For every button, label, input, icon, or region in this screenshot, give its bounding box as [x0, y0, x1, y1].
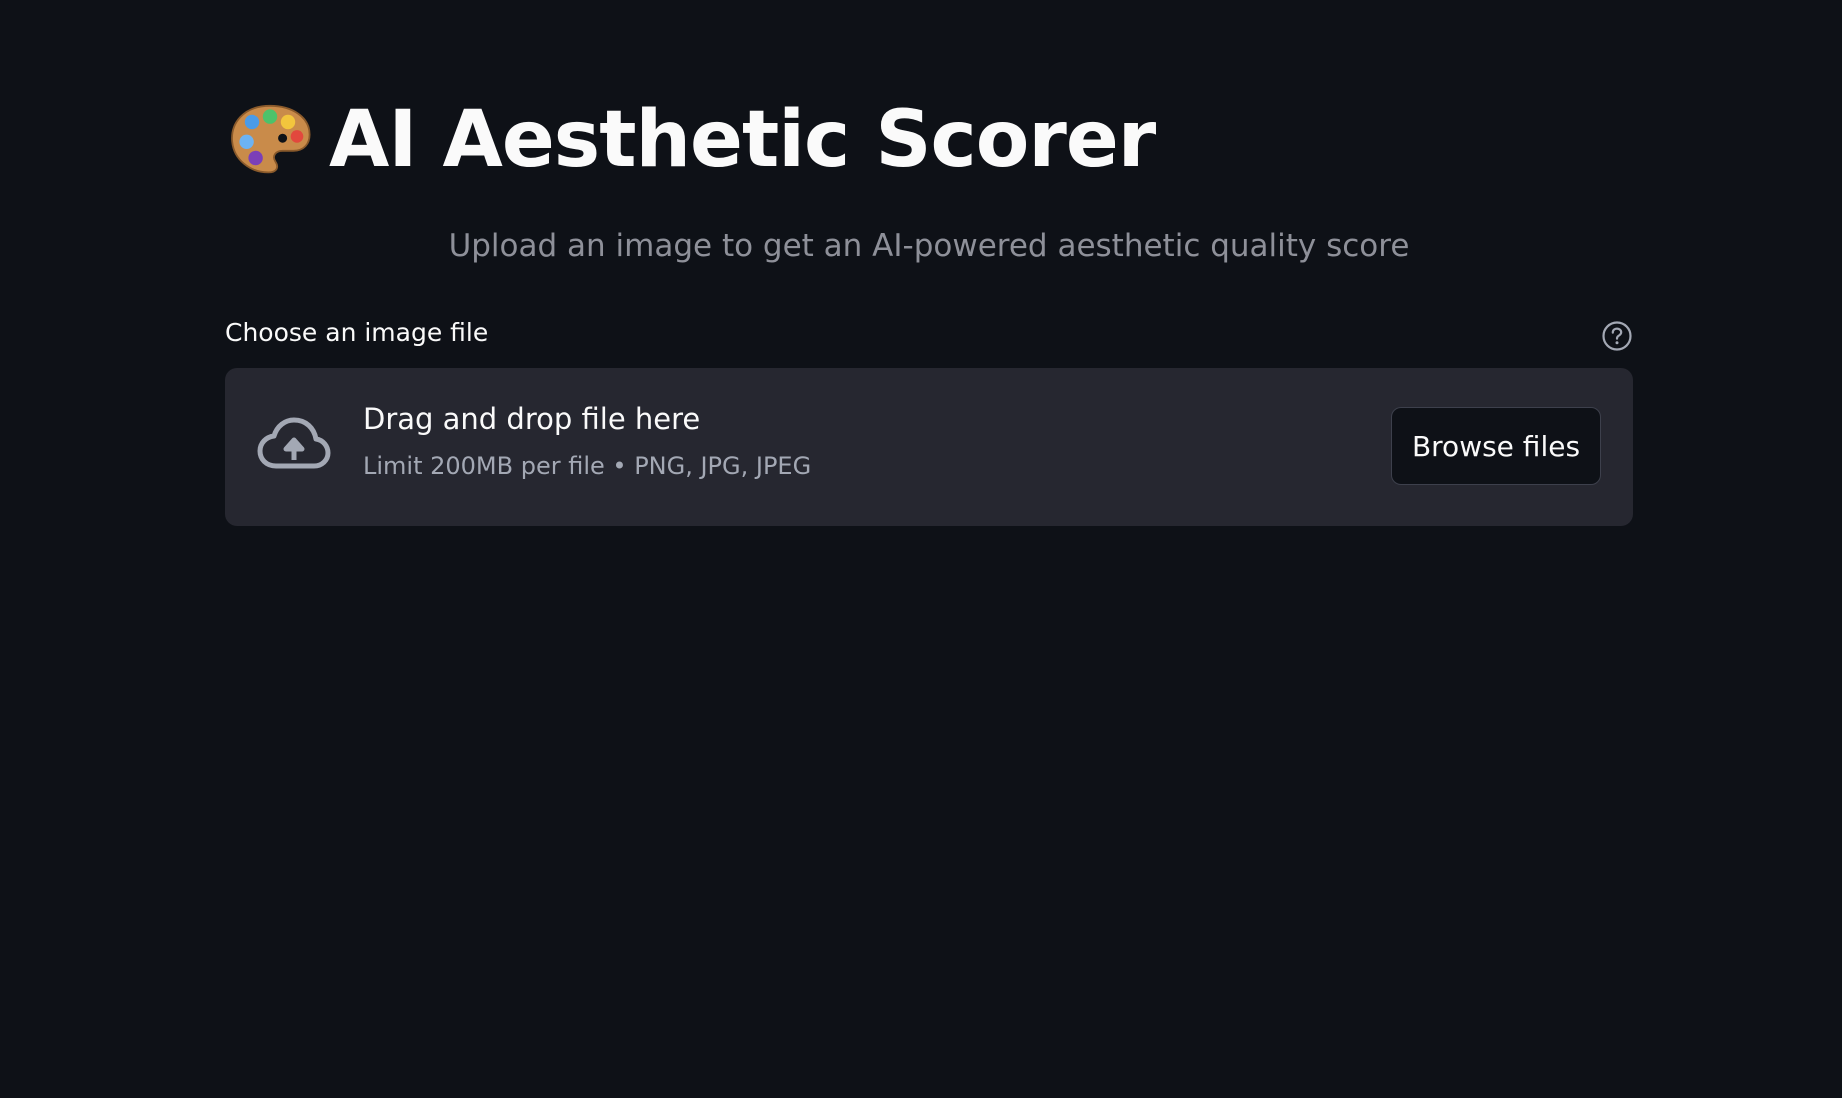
main-container: AI Aesthetic Scorer Upload an image to g… — [225, 0, 1633, 1098]
uploader-label: Choose an image file — [225, 318, 489, 347]
title-row: AI Aesthetic Scorer — [225, 90, 1156, 190]
drop-instructions: Drag and drop file here — [363, 402, 701, 436]
browse-files-button[interactable]: Browse files — [1391, 407, 1601, 485]
cloud-upload-icon — [257, 417, 331, 469]
artist-palette-icon — [231, 104, 311, 174]
page-subtitle: Upload an image to get an AI-powered aes… — [448, 228, 1410, 264]
file-dropzone[interactable]: Drag and drop file here Limit 200MB per … — [225, 368, 1633, 526]
help-circle-icon[interactable] — [1601, 320, 1633, 352]
file-limit-text: Limit 200MB per file • PNG, JPG, JPEG — [363, 452, 812, 480]
drop-text: Drag and drop file here Limit 200MB per … — [363, 402, 811, 480]
page-title: AI Aesthetic Scorer — [329, 95, 1156, 185]
